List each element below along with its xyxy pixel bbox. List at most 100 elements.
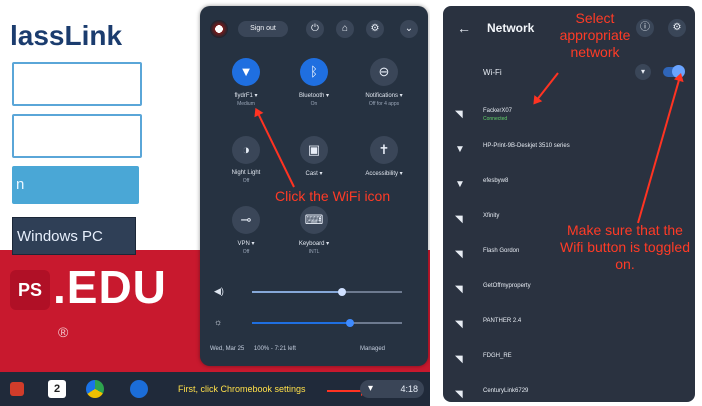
- wifi-icon[interactable]: ▼: [232, 58, 260, 86]
- accessibility-icon[interactable]: ✝: [370, 136, 398, 164]
- volume-knob[interactable]: [338, 288, 346, 296]
- login-button[interactable]: n: [12, 166, 139, 204]
- keyboard-tile-sub: INTL: [308, 249, 320, 255]
- wifi-signal-icon: ◥: [455, 249, 463, 260]
- edu-branding: PS .EDU ®: [0, 252, 200, 342]
- shelf-instruction-caption: First, click Chromebook settings: [178, 384, 306, 394]
- chromeos-shelf: 2 First, click Chromebook settings ▾ 4:1…: [0, 372, 430, 406]
- managed-label: Managed: [360, 346, 386, 352]
- username-field[interactable]: [12, 62, 142, 106]
- night-light-icon[interactable]: ◑: [232, 136, 260, 164]
- annotation-arrow-icon: [327, 386, 369, 396]
- cast-tile[interactable]: ▣ Cast ▾: [284, 136, 344, 179]
- network-name: Xfinity: [483, 213, 500, 219]
- cast-tile-label: Cast ▾: [305, 171, 323, 177]
- volume-fill: [252, 291, 342, 293]
- click-wifi-annotation: Click the WiFi icon: [275, 188, 391, 204]
- keyboard-tile-label: Keyboard ▾: [298, 241, 330, 247]
- network-status: Connected: [483, 116, 508, 122]
- date-label: Wed, Mar 25: [210, 346, 245, 352]
- network-name: PANTHER 2.4: [483, 318, 522, 324]
- bluetooth-tile[interactable]: ᛒ Bluetooth ▾ On: [284, 58, 344, 107]
- notifications-icon[interactable]: ⊖: [370, 58, 398, 86]
- brightness-fill: [252, 322, 350, 324]
- status-tray[interactable]: ▾ 4:18: [360, 380, 424, 398]
- accessibility-tile[interactable]: ✝ Accessibility ▾: [354, 136, 414, 179]
- registered-mark: ®: [58, 324, 69, 340]
- cast-icon[interactable]: ▣: [300, 136, 328, 164]
- tray-clock: 4:18: [400, 384, 418, 394]
- wifi-signal-icon: ◥: [455, 214, 463, 225]
- wifi-signal-icon: ◥: [455, 319, 463, 330]
- gear-icon[interactable]: ⚙: [668, 19, 686, 37]
- network-panel: ← Network ⓘ ⚙ Wi-Fi ▾ ◥ FackerX07 Connec…: [443, 6, 695, 402]
- list-item[interactable]: ◥ FDGH_RE: [443, 345, 695, 375]
- notifications-tile[interactable]: ⊖ Notifications ▾ Off for 4 apps: [354, 58, 414, 107]
- network-name: GetOffmyproperty: [483, 283, 531, 289]
- bluetooth-tile-label: Bluetooth ▾: [298, 93, 330, 99]
- wifi-signal-icon: ▼: [455, 144, 465, 155]
- wifi-signal-icon: ◥: [455, 109, 463, 120]
- wifi-tile-sub: Medium: [237, 101, 255, 107]
- back-arrow-icon[interactable]: ←: [457, 20, 471, 36]
- keyboard-icon[interactable]: ⌨: [300, 206, 328, 234]
- vpn-key-icon[interactable]: ⊸: [232, 206, 260, 234]
- accessibility-tile-label: Accessibility ▾: [365, 171, 403, 177]
- vpn-tile-sub: Off: [242, 249, 250, 255]
- power-icon[interactable]: ⏻: [306, 20, 324, 38]
- list-item[interactable]: ◥ GetOffmyproperty: [443, 275, 695, 305]
- list-item[interactable]: ◥ CenturyLink6729: [443, 380, 695, 402]
- lock-icon[interactable]: ⌂: [336, 20, 354, 38]
- edu-badge: PS: [10, 270, 50, 310]
- wifi-signal-icon: ▼: [455, 179, 465, 190]
- wifi-toggle-annotation: Make sure that the Wifi button is toggle…: [560, 222, 690, 272]
- night-light-tile[interactable]: ◑ Night Light Off: [216, 136, 276, 184]
- quick-settings-panel: Sign out ⏻ ⌂ ⚙ ⌄ ▼ flydrF1 ▾ Medium ᛒ Bl…: [200, 6, 428, 366]
- network-title: Network: [487, 21, 535, 35]
- night-light-tile-sub: Off: [242, 178, 250, 184]
- night-light-tile-label: Night Light: [231, 170, 261, 176]
- wifi-tile[interactable]: ▼ flydrF1 ▾ Medium: [216, 58, 276, 107]
- vpn-tile-label: VPN ▾: [237, 241, 255, 247]
- windows-pc-button[interactable]: Windows PC: [12, 217, 136, 255]
- brightness-slider[interactable]: [252, 319, 402, 327]
- brightness-icon[interactable]: ☼: [214, 317, 224, 327]
- battery-label: 100% - 7:21 left: [253, 346, 296, 352]
- files-app-icon[interactable]: [130, 380, 148, 398]
- wifi-status-icon: ▾: [368, 383, 374, 394]
- list-item[interactable]: ◥ PANTHER 2.4: [443, 310, 695, 340]
- wifi-signal-icon: ◥: [455, 389, 463, 400]
- volume-icon[interactable]: ◀): [214, 286, 224, 296]
- add-connection-icon[interactable]: ▾: [635, 64, 651, 80]
- brightness-knob[interactable]: [345, 319, 354, 327]
- bluetooth-tile-sub: On: [310, 101, 318, 107]
- keyboard-tile[interactable]: ⌨ Keyboard ▾ INTL: [284, 206, 344, 255]
- docs-app-icon[interactable]: 2: [48, 380, 66, 398]
- youtube-app-icon[interactable]: [10, 382, 24, 396]
- gear-icon[interactable]: ⚙: [366, 20, 384, 38]
- list-item[interactable]: ▼ efesbyw8: [443, 170, 695, 200]
- notifications-tile-sub: Off for 4 apps: [368, 101, 400, 107]
- select-network-annotation: Select appropriate network: [559, 10, 631, 60]
- network-name: Flash Gordon: [483, 248, 520, 254]
- network-name: FDGH_RE: [483, 353, 512, 359]
- edu-text: .EDU: [53, 261, 167, 313]
- bluetooth-icon[interactable]: ᛒ: [300, 58, 328, 86]
- vpn-tile[interactable]: ⊸ VPN ▾ Off: [216, 206, 276, 255]
- classlink-logo: lassLink: [10, 20, 123, 51]
- avatar[interactable]: [210, 20, 228, 38]
- wifi-label: Wi-Fi: [483, 68, 502, 77]
- play-store-icon[interactable]: [86, 380, 104, 398]
- network-name: FackerX07: [483, 108, 513, 114]
- sign-out-button[interactable]: Sign out: [238, 21, 288, 37]
- network-name: CenturyLink6729: [483, 388, 529, 394]
- chevron-down-icon[interactable]: ⌄: [400, 20, 418, 38]
- chromeos-login-screenshot: lassLink n Windows PC PS .EDU ® 2 First,…: [0, 0, 430, 406]
- wifi-signal-icon: ◥: [455, 354, 463, 365]
- list-item[interactable]: ◥ FackerX07 Connected: [443, 100, 695, 130]
- wifi-signal-icon: ◥: [455, 284, 463, 295]
- network-name: HP-Print-9B-Deskjet 3510 series: [483, 143, 570, 149]
- volume-slider[interactable]: [252, 288, 402, 296]
- quick-settings-footer: Wed, Mar 25 100% - 7:21 left Managed: [210, 346, 385, 352]
- password-field[interactable]: [12, 114, 142, 158]
